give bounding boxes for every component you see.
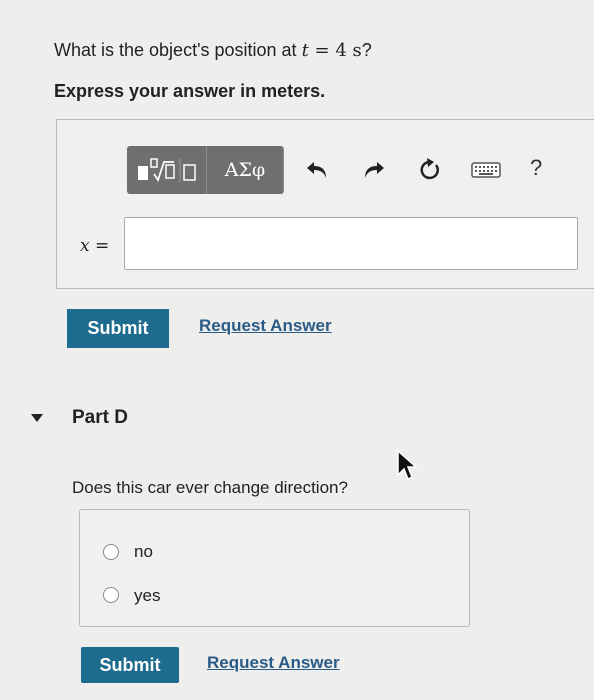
answer-instruction: Express your answer in meters.	[54, 81, 326, 101]
reset-button[interactable]	[416, 156, 444, 184]
radio-yes[interactable]	[103, 587, 119, 603]
answer-input[interactable]	[124, 217, 578, 270]
part-d-question: Does this car ever change direction?	[72, 478, 348, 497]
submit-button[interactable]: Submit	[67, 309, 169, 348]
math-toolbar: ΑΣφ	[127, 146, 284, 194]
part-d-submit-button[interactable]: Submit	[81, 647, 179, 683]
greek-symbols-button[interactable]: ΑΣφ	[207, 146, 284, 194]
undo-icon	[307, 162, 326, 178]
question-variable: t	[301, 40, 309, 61]
help-button[interactable]: ?	[530, 155, 542, 181]
redo-button[interactable]	[360, 156, 388, 184]
templates-icon	[137, 158, 196, 183]
reset-icon	[420, 158, 439, 180]
keyboard-button[interactable]	[470, 156, 502, 184]
collapse-arrow-icon[interactable]	[31, 414, 43, 422]
question-prefix: What is the object's position at	[54, 40, 302, 60]
request-answer-link[interactable]: Request Answer	[199, 316, 332, 336]
part-d-title[interactable]: Part D	[72, 407, 128, 429]
radio-no[interactable]	[103, 544, 119, 560]
part-d-request-answer-link[interactable]: Request Answer	[207, 653, 340, 673]
choices-panel	[79, 509, 470, 627]
answer-label-variable: x	[80, 236, 90, 256]
answer-label: x =	[80, 236, 109, 256]
answer-label-equals: =	[89, 236, 110, 256]
question-value: 4	[335, 40, 347, 61]
keyboard-icon	[471, 162, 501, 178]
question-suffix: ?	[361, 40, 372, 60]
question-unit: s	[346, 40, 362, 61]
question-equals: =	[308, 40, 336, 61]
mouse-pointer-icon	[396, 449, 418, 486]
templates-button[interactable]	[127, 146, 207, 194]
choice-label-no[interactable]: no	[134, 542, 153, 562]
undo-button[interactable]	[303, 156, 331, 184]
question-text: What is the object's position at t = 4 s…	[54, 40, 372, 61]
choice-label-yes[interactable]: yes	[134, 586, 160, 606]
redo-icon	[365, 162, 384, 178]
